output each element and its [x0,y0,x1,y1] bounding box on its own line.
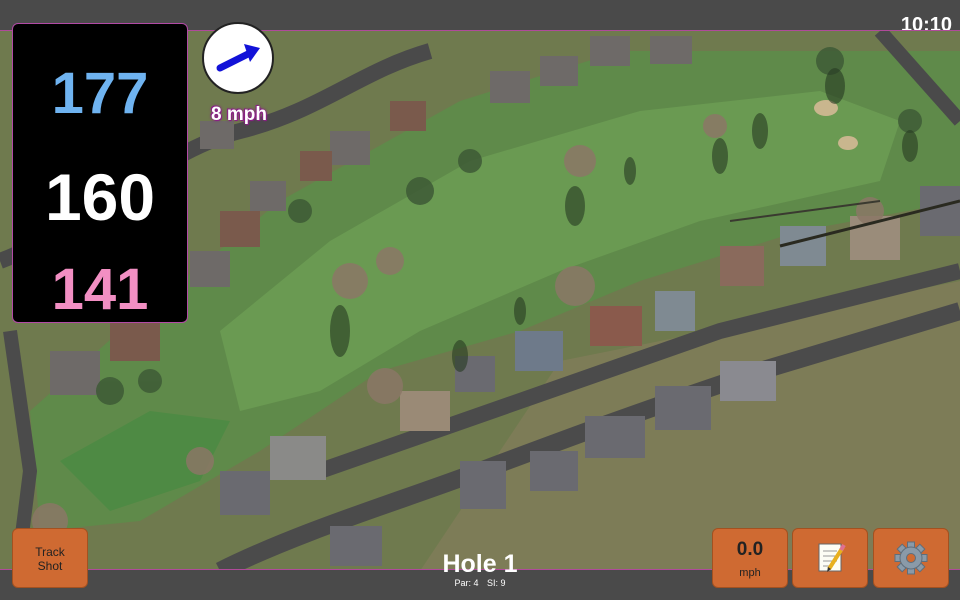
track-shot-button[interactable]: Track Shot [12,528,88,588]
track-shot-label-line1: Track [35,545,65,559]
speed-value: 0.0 [736,539,764,560]
wind-direction-dial [202,22,274,94]
speed-unit: mph [739,567,761,579]
gear-icon [894,541,928,575]
notepad-icon [818,543,846,572]
hole-si: SI: 9 [487,578,506,588]
hole-par: Par: 4 [454,578,479,588]
distance-center: 160 [44,160,156,234]
wind-speed: 8 mph [211,104,267,125]
speed-button[interactable]: 0.0 mph [712,528,788,588]
distance-panel: 177 160 141 [12,23,188,323]
track-shot-label-line2: Shot [37,559,63,573]
distance-front: 141 [51,257,149,322]
distance-back: 177 [51,61,149,126]
settings-button[interactable] [873,528,949,588]
wind-arrow-icon [216,44,260,72]
hole-meta: Par: 4 SI: 9 [380,578,580,588]
notes-button[interactable] [792,528,868,588]
hole-title: Hole 1 [442,550,518,578]
